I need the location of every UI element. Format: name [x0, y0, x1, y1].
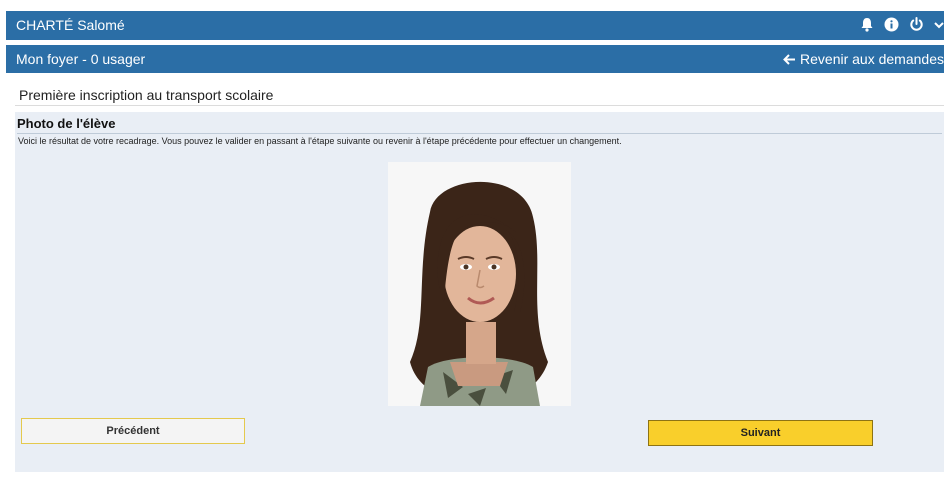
- panel-title: Photo de l'élève: [17, 116, 116, 131]
- panel-divider: [17, 133, 942, 134]
- panel-description: Voici le résultat de votre recadrage. Vo…: [18, 136, 622, 146]
- main-content: Première inscription au transport scolai…: [6, 78, 944, 487]
- back-label: Revenir aux demandes: [800, 51, 944, 67]
- arrow-left-icon: [783, 53, 796, 65]
- header-icons: [860, 17, 944, 32]
- info-icon[interactable]: [884, 17, 899, 32]
- household-title: Mon foyer - 0 usager: [16, 51, 146, 67]
- power-icon[interactable]: [909, 17, 924, 32]
- title-divider: [15, 105, 944, 106]
- user-name[interactable]: CHARTÉ Salomé: [16, 17, 125, 33]
- page-title: Première inscription au transport scolai…: [19, 87, 274, 103]
- household-bar: Mon foyer - 0 usager Revenir aux demande…: [6, 45, 944, 73]
- student-photo: [388, 162, 571, 406]
- previous-button[interactable]: Précédent: [21, 418, 245, 444]
- bell-icon[interactable]: [860, 17, 874, 32]
- back-to-requests-link[interactable]: Revenir aux demandes: [783, 51, 944, 67]
- photo-panel: Photo de l'élève Voici le résultat de vo…: [15, 112, 944, 472]
- chevron-down-icon[interactable]: [934, 20, 944, 30]
- next-button[interactable]: Suivant: [648, 420, 873, 446]
- top-header: CHARTÉ Salomé: [6, 11, 944, 40]
